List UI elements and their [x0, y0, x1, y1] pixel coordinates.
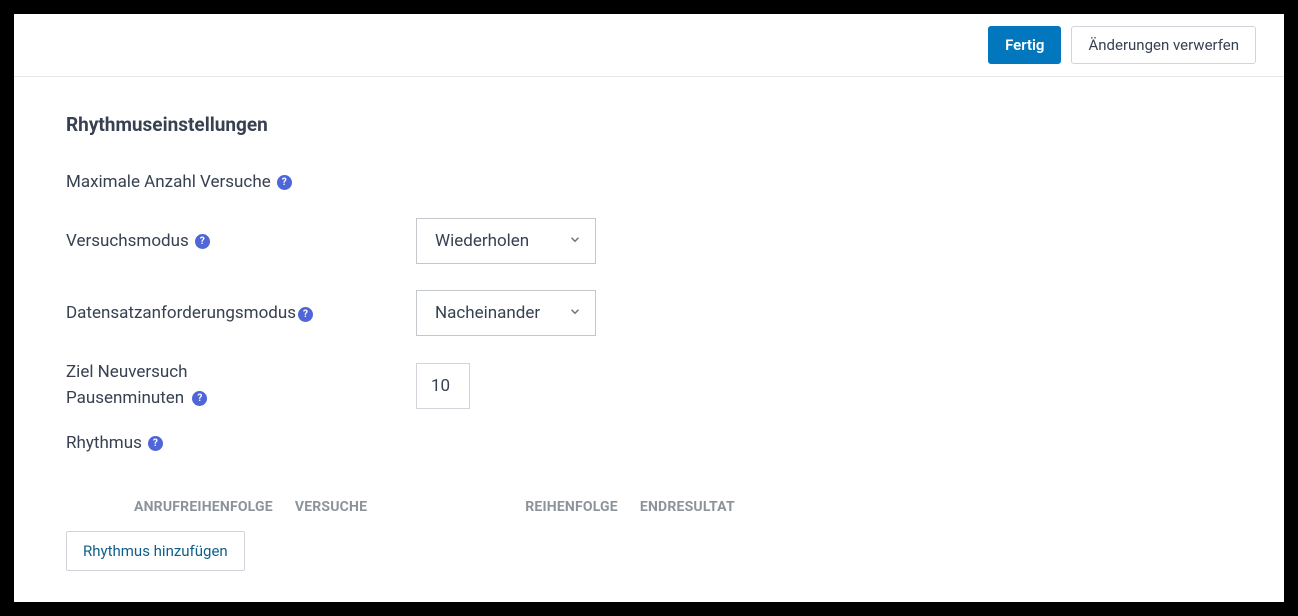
done-button[interactable]: Fertig — [988, 26, 1061, 64]
cadence-table-headers: ANRUFREIHENFOLGE VERSUCHE REIHENFOLGE EN… — [66, 499, 1232, 515]
th-end-result: ENDRESULTAT — [640, 499, 735, 515]
content-area: Rhythmuseinstellungen Maximale Anzahl Ve… — [14, 77, 1284, 602]
help-icon[interactable]: ? — [298, 307, 313, 322]
select-record-request-mode[interactable]: Nacheinander — [416, 290, 596, 336]
add-cadence-button[interactable]: Rhythmus hinzufügen — [66, 531, 245, 571]
help-icon[interactable]: ? — [148, 436, 163, 451]
label-attempt-mode: Versuchsmodus — [66, 231, 189, 251]
select-attempt-mode[interactable]: Wiederholen — [416, 218, 596, 264]
settings-panel: Fertig Änderungen verwerfen Rhythmuseins… — [14, 14, 1284, 602]
section-title: Rhythmuseinstellungen — [66, 113, 1232, 136]
field-record-request-mode: Datensatzanforderungsmodus ? Nacheinande… — [66, 288, 1232, 338]
th-attempts: VERSUCHE — [295, 499, 367, 515]
label-record-request-mode: Datensatzanforderungsmodus — [66, 303, 296, 323]
help-icon[interactable]: ? — [277, 175, 292, 190]
action-bar: Fertig Änderungen verwerfen — [14, 14, 1284, 77]
field-cadence: Rhythmus ? — [66, 433, 1232, 469]
label-retry-pause-1: Ziel Neuversuch — [66, 360, 416, 386]
help-icon[interactable]: ? — [192, 391, 207, 406]
th-call-order: ANRUFREIHENFOLGE — [134, 499, 273, 515]
help-icon[interactable]: ? — [195, 234, 210, 249]
th-order: REIHENFOLGE — [525, 499, 618, 515]
field-max-attempts: Maximale Anzahl Versuche ? — [66, 172, 1232, 208]
input-retry-pause[interactable] — [416, 363, 470, 409]
field-retry-pause: Ziel Neuversuch Pausenminuten ? — [66, 360, 1232, 411]
label-retry-pause-2: Pausenminuten — [66, 388, 184, 408]
label-cadence: Rhythmus — [66, 433, 142, 453]
label-max-attempts: Maximale Anzahl Versuche — [66, 172, 271, 192]
field-attempt-mode: Versuchsmodus ? Wiederholen — [66, 216, 1232, 266]
discard-button[interactable]: Änderungen verwerfen — [1071, 26, 1256, 64]
